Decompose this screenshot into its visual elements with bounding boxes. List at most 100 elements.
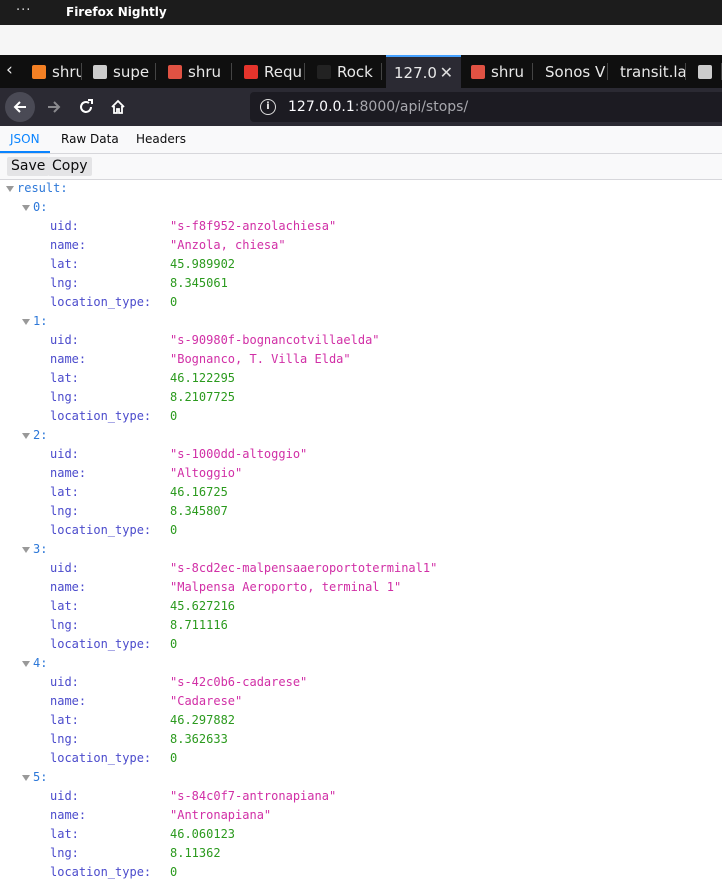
json-row-field[interactable]: lng: 8.362633 [0,730,722,749]
json-row-field[interactable]: location_type: 0 [0,749,722,768]
tab-strip: ‹ shru supe shru Requ Rock 127.0 ✕ shru Sonos V t… [0,55,722,88]
json-row-field[interactable]: name: "Altoggio" [0,464,722,483]
tab-label: Requ [264,62,303,81]
close-tab-icon[interactable]: ✕ [440,63,453,82]
expand-toggle-icon[interactable] [22,433,30,439]
tab-9[interactable] [690,55,722,88]
json-key: lng: [50,846,79,860]
tab-3[interactable]: Requ [236,55,305,88]
json-key: 0: [33,200,48,214]
forward-button[interactable] [39,92,69,122]
tab-raw-data[interactable]: Raw Data [51,126,129,153]
tab-1[interactable]: supe [85,55,156,88]
gear-icon [471,64,485,79]
expand-toggle-icon[interactable] [22,319,30,325]
json-row-item[interactable]: 2: [0,426,722,445]
json-row-field[interactable]: lng: 8.345807 [0,502,722,521]
json-row-field[interactable]: lat: 45.989902 [0,255,722,274]
url-bar[interactable]: i 127.0.0.1:8000/api/stops/ [250,92,722,122]
json-row-result[interactable]: result: [0,179,722,198]
navigation-toolbar: i 127.0.0.1:8000/api/stops/ [0,88,722,126]
reload-button[interactable] [71,92,101,122]
json-row-field[interactable]: location_type: 0 [0,407,722,426]
gear-icon [168,64,182,79]
json-row-item[interactable]: 4: [0,654,722,673]
home-button[interactable] [103,92,133,122]
json-value: 8.345807 [170,504,228,518]
json-row-field[interactable]: lat: 46.060123 [0,825,722,844]
json-key: name: [50,580,87,594]
tab-4[interactable]: Rock [309,55,382,88]
tab-0[interactable]: shru [24,55,82,88]
expand-toggle-icon[interactable] [22,775,30,781]
tab-6[interactable]: shru [463,55,533,88]
json-row-field[interactable]: uid: "s-1000dd-altoggio" [0,445,722,464]
json-row-field[interactable]: lat: 46.297882 [0,711,722,730]
json-viewer-tabbar: JSON Raw Data Headers [0,126,722,154]
json-value: "s-f8f952-anzolachiesa" [170,219,337,233]
json-row-field[interactable]: lng: 8.711116 [0,616,722,635]
tab-2[interactable]: shru [160,55,232,88]
json-key: name: [50,466,87,480]
expand-toggle-icon[interactable] [22,661,30,667]
json-row-field[interactable]: lat: 45.627216 [0,597,722,616]
tab-headers[interactable]: Headers [126,126,196,153]
tab-label: 127.0 [394,63,437,82]
json-row-field[interactable]: name: "Antronapiana" [0,806,722,825]
json-key: name: [50,694,87,708]
json-value: "Anzola, chiesa" [170,238,286,252]
json-row-field[interactable]: uid: "s-90980f-bognancotvillaelda" [0,331,722,350]
tab-5[interactable]: 127.0 ✕ [386,55,461,88]
json-row-field[interactable]: name: "Anzola, chiesa" [0,236,722,255]
site-info-icon[interactable]: i [260,99,276,115]
json-row-field[interactable]: location_type: 0 [0,521,722,540]
expand-toggle-icon[interactable] [22,205,30,211]
json-value: "Malpensa Aeroporto, terminal 1" [170,580,402,594]
json-row-field[interactable]: uid: "s-8cd2ec-malpensaaeroportoterminal1… [0,559,722,578]
json-key: location_type: [50,637,152,651]
os-menu-icon[interactable]: ··· [16,3,31,18]
json-row-field[interactable]: lng: 8.345061 [0,274,722,293]
tab-scroll-left-icon[interactable]: ‹ [6,60,13,80]
tab-8[interactable]: transit.la [612,55,686,88]
json-row-field[interactable]: lng: 8.2107725 [0,388,722,407]
json-key: location_type: [50,751,152,765]
json-row-field[interactable]: uid: "s-84c0f7-antronapiana" [0,787,722,806]
json-key: lng: [50,276,79,290]
window-title: Firefox Nightly [66,5,167,19]
json-key: uid: [50,789,79,803]
json-row-field[interactable]: lng: 8.11362 [0,844,722,863]
json-value: 46.297882 [170,713,236,727]
json-row-item[interactable]: 1: [0,312,722,331]
json-row-field[interactable]: lat: 46.122295 [0,369,722,388]
json-row-field[interactable]: lat: 46.16725 [0,483,722,502]
json-row-field[interactable]: name: "Bognanco, T. Villa Elda" [0,350,722,369]
json-row-field[interactable]: uid: "s-42c0b6-cadarese" [0,673,722,692]
tab-label: transit.la [620,62,686,81]
json-row-field[interactable]: uid: "s-f8f952-anzolachiesa" [0,217,722,236]
tab-separator [685,63,686,80]
json-row-field[interactable]: name: "Cadarese" [0,692,722,711]
save-button[interactable]: Save [7,157,50,176]
json-row-field[interactable]: name: "Malpensa Aeroporto, terminal 1" [0,578,722,597]
json-row-item[interactable]: 0: [0,198,722,217]
json-key: location_type: [50,295,152,309]
json-row-item[interactable]: 3: [0,540,722,559]
json-value: "Cadarese" [170,694,243,708]
copy-button[interactable]: Copy [48,157,92,176]
json-value: 8.711116 [170,618,228,632]
back-button[interactable] [5,92,35,122]
expand-toggle-icon[interactable] [22,547,30,553]
json-row-item[interactable]: 5: [0,768,722,787]
tab-json[interactable]: JSON [0,126,50,153]
expand-toggle-icon[interactable] [6,186,14,192]
json-key: lat: [50,827,79,841]
json-key: name: [50,238,87,252]
tab-separator [81,63,82,80]
json-row-field[interactable]: location_type: 0 [0,635,722,654]
json-key: uid: [50,675,79,689]
json-value: 46.060123 [170,827,236,841]
json-row-field[interactable]: location_type: 0 [0,293,722,312]
tab-7[interactable]: Sonos V [537,55,608,88]
json-row-field[interactable]: location_type: 0 [0,863,722,882]
